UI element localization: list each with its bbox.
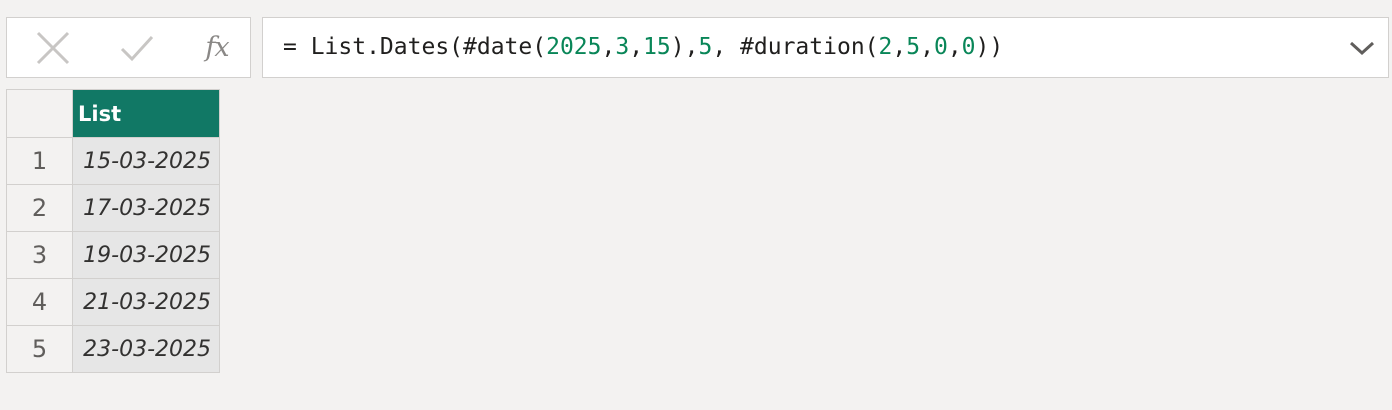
column-header-list[interactable]: List bbox=[72, 89, 220, 138]
formula-commands: fx bbox=[6, 17, 251, 78]
commit-button[interactable] bbox=[107, 18, 167, 77]
insert-function-button[interactable]: fx bbox=[187, 18, 247, 77]
formula-number-literal: 15 bbox=[643, 34, 671, 60]
cancel-button[interactable] bbox=[23, 18, 83, 77]
row-number[interactable]: 5 bbox=[6, 325, 73, 373]
formula-token: )) bbox=[975, 34, 1004, 60]
formula-number-literal: 2025 bbox=[546, 34, 602, 60]
formula-number-literal: 2 bbox=[878, 34, 893, 60]
table-row: 3 19-03-2025 bbox=[6, 231, 220, 279]
formula-input[interactable]: = List.Dates(#date(2025,3,15),5, #durati… bbox=[262, 17, 1389, 78]
formula-token: = List.Dates(#date( bbox=[283, 34, 547, 60]
formula-number-literal: 5 bbox=[906, 34, 921, 60]
close-x-icon bbox=[36, 31, 70, 64]
formula-token: ), bbox=[670, 34, 699, 60]
table-cell[interactable]: 17-03-2025 bbox=[72, 184, 220, 232]
row-number[interactable]: 2 bbox=[6, 184, 73, 232]
row-number[interactable]: 1 bbox=[6, 137, 73, 185]
table-row: 1 15-03-2025 bbox=[6, 137, 220, 185]
formula-number-literal: 0 bbox=[961, 34, 976, 60]
formula-number-literal: 3 bbox=[615, 34, 630, 60]
checkmark-icon bbox=[120, 35, 154, 61]
formula-token: , bbox=[947, 34, 962, 60]
fx-icon: fx bbox=[205, 32, 229, 63]
table-row: 4 21-03-2025 bbox=[6, 278, 220, 326]
table-cell[interactable]: 19-03-2025 bbox=[72, 231, 220, 279]
grid-corner[interactable] bbox=[6, 89, 73, 138]
table-cell[interactable]: 21-03-2025 bbox=[72, 278, 220, 326]
formula-token: , bbox=[629, 34, 644, 60]
formula-number-literal: 0 bbox=[933, 34, 948, 60]
row-number[interactable]: 4 bbox=[6, 278, 73, 326]
formula-number-literal: 5 bbox=[698, 34, 713, 60]
data-grid: List 1 15-03-2025 2 17-03-2025 3 19-03-2025 4 2… bbox=[6, 89, 220, 373]
expand-formula-button[interactable] bbox=[1346, 32, 1378, 64]
table-cell[interactable]: 23-03-2025 bbox=[72, 325, 220, 373]
formula-token: , bbox=[601, 34, 616, 60]
chevron-down-icon bbox=[1349, 41, 1375, 56]
table-cell[interactable]: 15-03-2025 bbox=[72, 137, 220, 185]
table-row: 5 23-03-2025 bbox=[6, 325, 220, 373]
table-row: 2 17-03-2025 bbox=[6, 184, 220, 232]
formula-text[interactable]: = List.Dates(#date(2025,3,15),5, #durati… bbox=[283, 18, 1003, 77]
formula-token: , bbox=[892, 34, 907, 60]
formula-token: , #duration( bbox=[712, 34, 879, 60]
formula-token: , bbox=[920, 34, 934, 60]
row-number[interactable]: 3 bbox=[6, 231, 73, 279]
